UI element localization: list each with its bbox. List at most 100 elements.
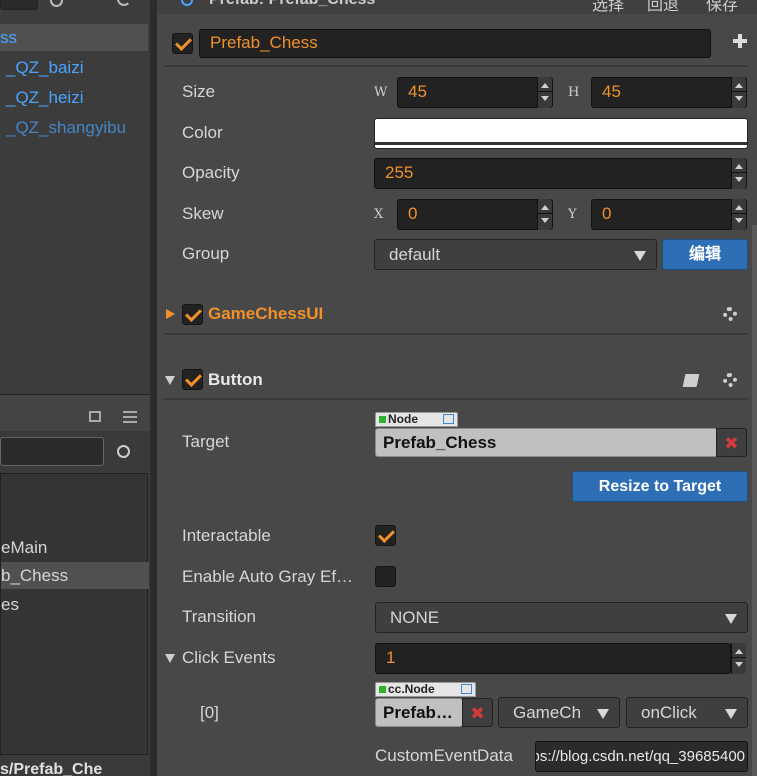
size-label: Size (182, 82, 216, 101)
maximize-icon[interactable] (89, 411, 101, 422)
event-component-select[interactable]: GameCh (498, 697, 620, 728)
click-events-count-input[interactable]: 1 (375, 643, 731, 674)
color-swatch[interactable] (374, 118, 748, 149)
node-type-icon (379, 686, 386, 693)
inspector-panel: Prefab: Prefab_Chess 选择 回退 保存 Prefab_Che… (157, 0, 757, 776)
clear-event-node-icon[interactable]: ✖ (462, 698, 493, 727)
save-button[interactable]: 保存 (706, 0, 738, 14)
auto-gray-label: Enable Auto Gray Ef… (182, 567, 354, 586)
book-icon[interactable] (682, 374, 700, 387)
expand-arrow-icon[interactable] (166, 309, 175, 319)
asset-item[interactable]: eMain (1, 534, 149, 561)
event-handler-value: onClick (641, 703, 697, 722)
width-input[interactable]: 45 (397, 77, 553, 108)
group-select[interactable]: default (374, 239, 657, 270)
refresh-icon[interactable] (117, 0, 131, 6)
collapse-arrow-icon[interactable] (165, 376, 175, 385)
collapse-arrow-icon[interactable] (165, 654, 175, 663)
transition-select-value: NONE (390, 608, 440, 627)
height-stepper[interactable] (731, 77, 746, 108)
gear-icon[interactable] (723, 307, 737, 321)
custom-event-label: CustomEventData (375, 746, 513, 765)
skew-label: Skew (182, 204, 224, 223)
search-icon[interactable] (117, 445, 130, 458)
prefab-title: Prefab: Prefab_Chess (209, 0, 375, 9)
event-component-value: GameCh (513, 703, 582, 722)
chevron-down-icon (725, 614, 737, 624)
tree-item-label: _QZ_heizi (6, 88, 84, 107)
divider (163, 65, 748, 67)
tree-item[interactable]: _QZ_shangyibu (0, 114, 148, 141)
component-title: Button (208, 370, 263, 389)
panel-splitter[interactable] (150, 0, 157, 776)
tree-item[interactable]: _QZ_baizi (0, 54, 148, 81)
transition-label: Transition (182, 607, 257, 626)
opacity-input[interactable]: 255 (374, 158, 747, 189)
chevron-down-icon (634, 251, 646, 261)
asset-item-label: b_Chess (1, 566, 69, 585)
event-handler-select[interactable]: onClick (626, 697, 748, 728)
tree-item[interactable]: _QZ_heizi (0, 84, 148, 111)
group-label: Group (182, 244, 230, 263)
type-tag: cc.Node (375, 682, 476, 697)
asset-item[interactable]: b_Chess (1, 562, 149, 589)
skew-y-input[interactable]: 0 (591, 199, 747, 230)
inspector-scrollbar[interactable] (752, 225, 757, 776)
revert-button[interactable]: 回退 (647, 0, 679, 14)
height-input[interactable]: 45 (591, 77, 747, 108)
height-axis-label: H (568, 85, 580, 100)
component-enabled-checkbox[interactable] (182, 369, 203, 390)
group-edit-button[interactable]: 编辑 (662, 239, 748, 270)
node-tree-panel: ss _QZ_baizi _QZ_heizi _QZ_shangyibu (0, 0, 150, 395)
clear-target-icon[interactable]: ✖ (716, 428, 747, 457)
assets-list: eMain b_Chess es (0, 473, 149, 755)
auto-gray-checkbox[interactable] (375, 566, 396, 587)
node-type-icon (379, 416, 386, 423)
assets-panel: eMain b_Chess es s/Prefab_Che (0, 431, 150, 776)
skew-x-stepper[interactable] (537, 199, 552, 230)
click-events-label: Click Events (182, 648, 276, 667)
width-stepper[interactable] (537, 77, 552, 108)
target-label: Target (182, 432, 230, 451)
prefab-bar: Prefab: Prefab_Chess 选择 回退 保存 (157, 0, 757, 14)
select-button[interactable]: 选择 (592, 0, 624, 14)
divider (163, 398, 748, 400)
external-link-icon[interactable] (461, 684, 472, 694)
type-tag: Node (375, 412, 458, 427)
tree-search-box[interactable] (0, 0, 38, 10)
target-field[interactable]: Prefab_Chess (375, 428, 718, 457)
component-title: GameChessUI (208, 304, 324, 323)
assets-search-input[interactable] (0, 437, 104, 466)
transition-select[interactable]: NONE (375, 602, 748, 633)
group-select-value: default (389, 245, 441, 264)
click-events-stepper[interactable] (731, 643, 746, 674)
external-link-icon[interactable] (443, 414, 454, 424)
skew-x-axis-label: X (374, 207, 384, 222)
search-icon[interactable] (50, 0, 63, 7)
chevron-down-icon (725, 709, 737, 719)
asset-item[interactable]: es (1, 591, 149, 618)
node-active-checkbox[interactable] (172, 33, 193, 54)
custom-event-input[interactable]: https://blog.csdn.net/qq_39685400 (535, 741, 748, 772)
skew-y-stepper[interactable] (731, 199, 746, 230)
opacity-stepper[interactable] (731, 158, 746, 189)
add-component-icon[interactable] (733, 34, 747, 48)
custom-event-value: https://blog.csdn.net/qq_39685400 (535, 748, 745, 765)
node-name-input[interactable]: Prefab_Chess (199, 29, 711, 58)
tree-item[interactable]: ss (0, 24, 148, 51)
skew-y-axis-label: Y (568, 207, 577, 222)
menu-icon[interactable] (123, 411, 137, 423)
color-label: Color (182, 123, 223, 142)
event-index-label: [0] (200, 703, 219, 722)
tree-item-label: _QZ_shangyibu (6, 118, 127, 137)
width-axis-label: W (374, 85, 388, 100)
event-node-field[interactable]: Prefab… (375, 698, 463, 727)
asset-item-label: es (1, 595, 19, 614)
resize-to-target-button[interactable]: Resize to Target (572, 471, 748, 502)
skew-x-input[interactable]: 0 (397, 199, 553, 230)
gear-icon[interactable] (723, 373, 737, 387)
interactable-checkbox[interactable] (375, 525, 396, 546)
type-tag-label: Node (388, 412, 418, 426)
component-enabled-checkbox[interactable] (182, 304, 203, 325)
prefab-icon (181, 0, 193, 6)
